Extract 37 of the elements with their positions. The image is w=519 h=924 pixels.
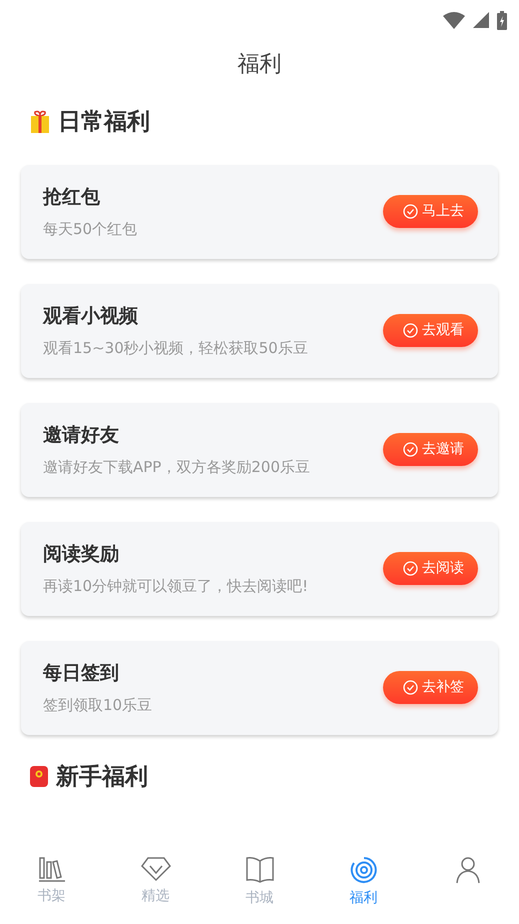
diamond-icon [140, 856, 170, 882]
tab[interactable]: 书架 [0, 850, 103, 924]
action-button[interactable]: 去邀请 [383, 433, 478, 466]
check-circle-icon [403, 204, 418, 219]
signal-icon [473, 12, 489, 28]
bookshelf-icon [38, 856, 66, 882]
task-title: 抢红包 [43, 185, 101, 210]
action-button[interactable]: 马上去 [383, 195, 478, 228]
action-button[interactable]: 去观看 [383, 314, 478, 347]
task-title: 阅读奖励 [43, 542, 120, 567]
task-title: 每日签到 [43, 661, 120, 686]
check-circle-icon [403, 442, 418, 457]
action-button[interactable]: 去补签 [383, 671, 478, 704]
section-title: 新手福利 [56, 762, 148, 792]
check-circle-icon [403, 323, 418, 338]
action-button[interactable]: 去阅读 [383, 552, 478, 585]
battery-icon [497, 10, 507, 30]
gift-icon [30, 110, 50, 134]
section-title: 日常福利 [58, 108, 150, 137]
check-circle-icon [403, 680, 418, 695]
envelope-icon [30, 766, 48, 788]
check-circle-icon [403, 561, 418, 576]
task-title: 观看小视频 [43, 304, 139, 329]
task-description: 观看15~30秒小视频，轻松获取50乐豆 [43, 338, 308, 358]
task-description: 每天50个红包 [43, 218, 138, 240]
task-description: 签到领取10乐豆 [43, 694, 152, 716]
book-icon [244, 856, 274, 884]
target-icon [350, 856, 378, 884]
tab[interactable]: 书城 [208, 850, 311, 924]
tab[interactable]: 精选 [104, 850, 207, 924]
task-description: 邀请好友下载APP，双方各奖励200乐豆 [43, 456, 310, 478]
person-icon [454, 856, 482, 884]
page-title: 福利 [238, 51, 282, 79]
wifi-icon [443, 12, 465, 28]
tab[interactable]: 福利 [312, 850, 415, 924]
task-description: 再读10分钟就可以领豆了，快去阅读吧! [43, 576, 308, 596]
task-title: 邀请好友 [43, 423, 120, 448]
